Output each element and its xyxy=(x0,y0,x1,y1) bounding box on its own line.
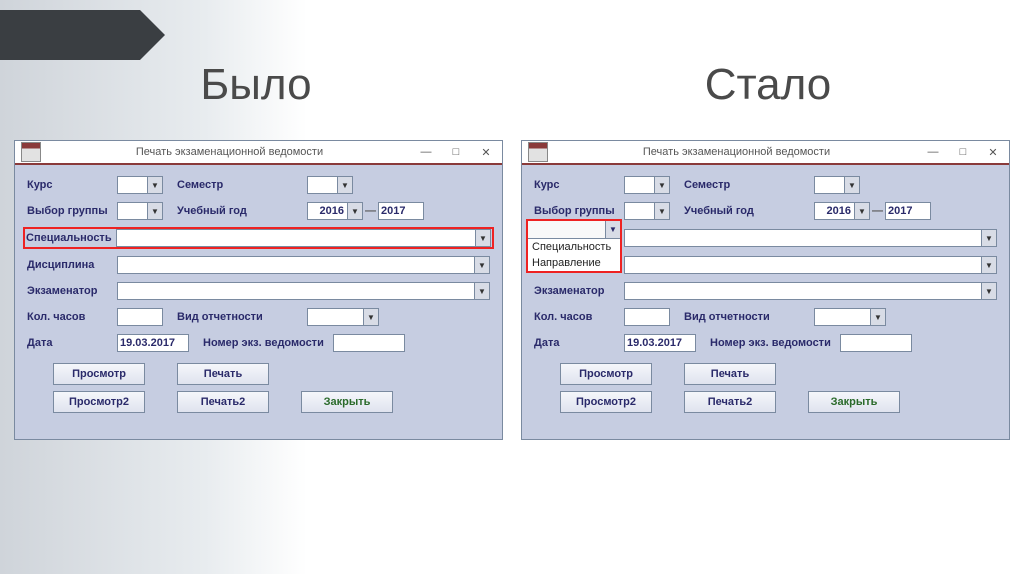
label-kurs: Курс xyxy=(534,179,624,191)
chevron-down-icon: ▼ xyxy=(605,221,620,238)
combo-year-from[interactable]: 2016▼ xyxy=(814,202,870,220)
chevron-down-icon: ▼ xyxy=(474,283,489,299)
chevron-down-icon: ▼ xyxy=(844,177,859,193)
label-vid-otchetnosti: Вид отчетности xyxy=(177,311,307,323)
label-spetsialnost: Специальность xyxy=(26,232,116,244)
chevron-down-icon: ▼ xyxy=(147,177,162,193)
chevron-down-icon: ▼ xyxy=(654,177,669,193)
minimize-button[interactable]: — xyxy=(919,143,947,161)
label-kol-chasov: Кол. часов xyxy=(27,311,117,323)
label-uchebnyy-god: Учебный год xyxy=(684,205,814,217)
window-title: Печать экзаменационной ведомости xyxy=(47,146,412,158)
chevron-down-icon: ▼ xyxy=(475,230,490,246)
dropdown-type-selector[interactable]: ▼ Специальность Направление xyxy=(526,219,622,273)
button-pechat[interactable]: Печать xyxy=(177,363,269,385)
chevron-down-icon: ▼ xyxy=(981,230,996,246)
label-data: Дата xyxy=(534,337,624,349)
label-semestr: Семестр xyxy=(684,179,814,191)
input-kol-chasov[interactable] xyxy=(624,308,670,326)
combo-vid-otchetnosti[interactable]: ▼ xyxy=(307,308,379,326)
slide-accent-arrow xyxy=(0,10,140,60)
label-vid-otchetnosti: Вид отчетности xyxy=(684,311,814,323)
chevron-down-icon: ▼ xyxy=(854,203,869,219)
combo-ekzamenator[interactable]: ▼ xyxy=(624,282,997,300)
combo-vybor-gruppy[interactable]: ▼ xyxy=(117,202,163,220)
input-nomer-vedomosti[interactable] xyxy=(840,334,912,352)
close-button[interactable]: ✕ xyxy=(472,143,500,161)
label-vybor-gruppy: Выбор группы xyxy=(27,205,117,217)
window-title: Печать экзаменационной ведомости xyxy=(554,146,919,158)
label-distsiplina: Дисциплина xyxy=(27,259,117,271)
titlebar: Печать экзаменационной ведомости — □ ✕ xyxy=(15,141,502,165)
dropdown-item-spetsialnost[interactable]: Специальность xyxy=(528,239,620,255)
input-data[interactable]: 19.03.2017 xyxy=(117,334,189,352)
input-kol-chasov[interactable] xyxy=(117,308,163,326)
chevron-down-icon: ▼ xyxy=(363,309,378,325)
combo-kurs[interactable]: ▼ xyxy=(624,176,670,194)
minimize-button[interactable]: — xyxy=(412,143,440,161)
button-zakryt[interactable]: Закрыть xyxy=(808,391,900,413)
input-nomer-vedomosti[interactable] xyxy=(333,334,405,352)
button-zakryt[interactable]: Закрыть xyxy=(301,391,393,413)
combo-semestr[interactable]: ▼ xyxy=(814,176,860,194)
label-uchebnyy-god: Учебный год xyxy=(177,205,307,217)
label-ekzamenator: Экзаменатор xyxy=(534,285,624,297)
combo-vybor-gruppy[interactable]: ▼ xyxy=(624,202,670,220)
chevron-down-icon: ▼ xyxy=(337,177,352,193)
button-pechat[interactable]: Печать xyxy=(684,363,776,385)
input-year-to[interactable]: 2017 xyxy=(885,202,931,220)
combo-year-from[interactable]: 2016▼ xyxy=(307,202,363,220)
label-vybor-gruppy: Выбор группы xyxy=(534,205,624,217)
combo-vid-otchetnosti[interactable]: ▼ xyxy=(814,308,886,326)
maximize-button[interactable]: □ xyxy=(442,143,470,161)
chevron-down-icon: ▼ xyxy=(474,257,489,273)
window-before: Печать экзаменационной ведомости — □ ✕ К… xyxy=(14,140,503,440)
label-nomer-vedomosti: Номер экз. ведомости xyxy=(203,337,333,349)
label-data: Дата xyxy=(27,337,117,349)
app-icon xyxy=(528,142,548,162)
heading-before: Было xyxy=(0,60,512,110)
button-prosmotr2[interactable]: Просмотр2 xyxy=(53,391,145,413)
button-pechat2[interactable]: Печать2 xyxy=(684,391,776,413)
input-data[interactable]: 19.03.2017 xyxy=(624,334,696,352)
chevron-down-icon: ▼ xyxy=(654,203,669,219)
label-ekzamenator: Экзаменатор xyxy=(27,285,117,297)
button-prosmotr[interactable]: Просмотр xyxy=(53,363,145,385)
combo-semestr[interactable]: ▼ xyxy=(307,176,353,194)
titlebar: Печать экзаменационной ведомости — □ ✕ xyxy=(522,141,1009,165)
combo-kurs[interactable]: ▼ xyxy=(117,176,163,194)
headings: Было Стало xyxy=(0,60,1024,110)
maximize-button[interactable]: □ xyxy=(949,143,977,161)
label-semestr: Семестр xyxy=(177,179,307,191)
label-nomer-vedomosti: Номер экз. ведомости xyxy=(710,337,840,349)
label-kol-chasov: Кол. часов xyxy=(534,311,624,323)
dropdown-item-napravlenie[interactable]: Направление xyxy=(528,255,620,271)
combo-distsiplina[interactable]: ▼ xyxy=(117,256,490,274)
chevron-down-icon: ▼ xyxy=(981,257,996,273)
input-year-to[interactable]: 2017 xyxy=(378,202,424,220)
label-kurs: Курс xyxy=(27,179,117,191)
combo-spetsialnost[interactable]: ▼ xyxy=(624,229,997,247)
dropdown-combo-head[interactable]: ▼ xyxy=(528,221,620,239)
chevron-down-icon: ▼ xyxy=(347,203,362,219)
combo-ekzamenator[interactable]: ▼ xyxy=(117,282,490,300)
app-icon xyxy=(21,142,41,162)
heading-after: Стало xyxy=(512,60,1024,110)
button-prosmotr[interactable]: Просмотр xyxy=(560,363,652,385)
close-button[interactable]: ✕ xyxy=(979,143,1007,161)
window-after: Печать экзаменационной ведомости — □ ✕ К… xyxy=(521,140,1010,440)
combo-distsiplina[interactable]: ▼ xyxy=(624,256,997,274)
button-prosmotr2[interactable]: Просмотр2 xyxy=(560,391,652,413)
button-pechat2[interactable]: Печать2 xyxy=(177,391,269,413)
chevron-down-icon: ▼ xyxy=(870,309,885,325)
combo-spetsialnost[interactable]: ▼ xyxy=(116,229,491,247)
dash: — xyxy=(365,205,376,217)
chevron-down-icon: ▼ xyxy=(147,203,162,219)
chevron-down-icon: ▼ xyxy=(981,283,996,299)
dash: — xyxy=(872,205,883,217)
